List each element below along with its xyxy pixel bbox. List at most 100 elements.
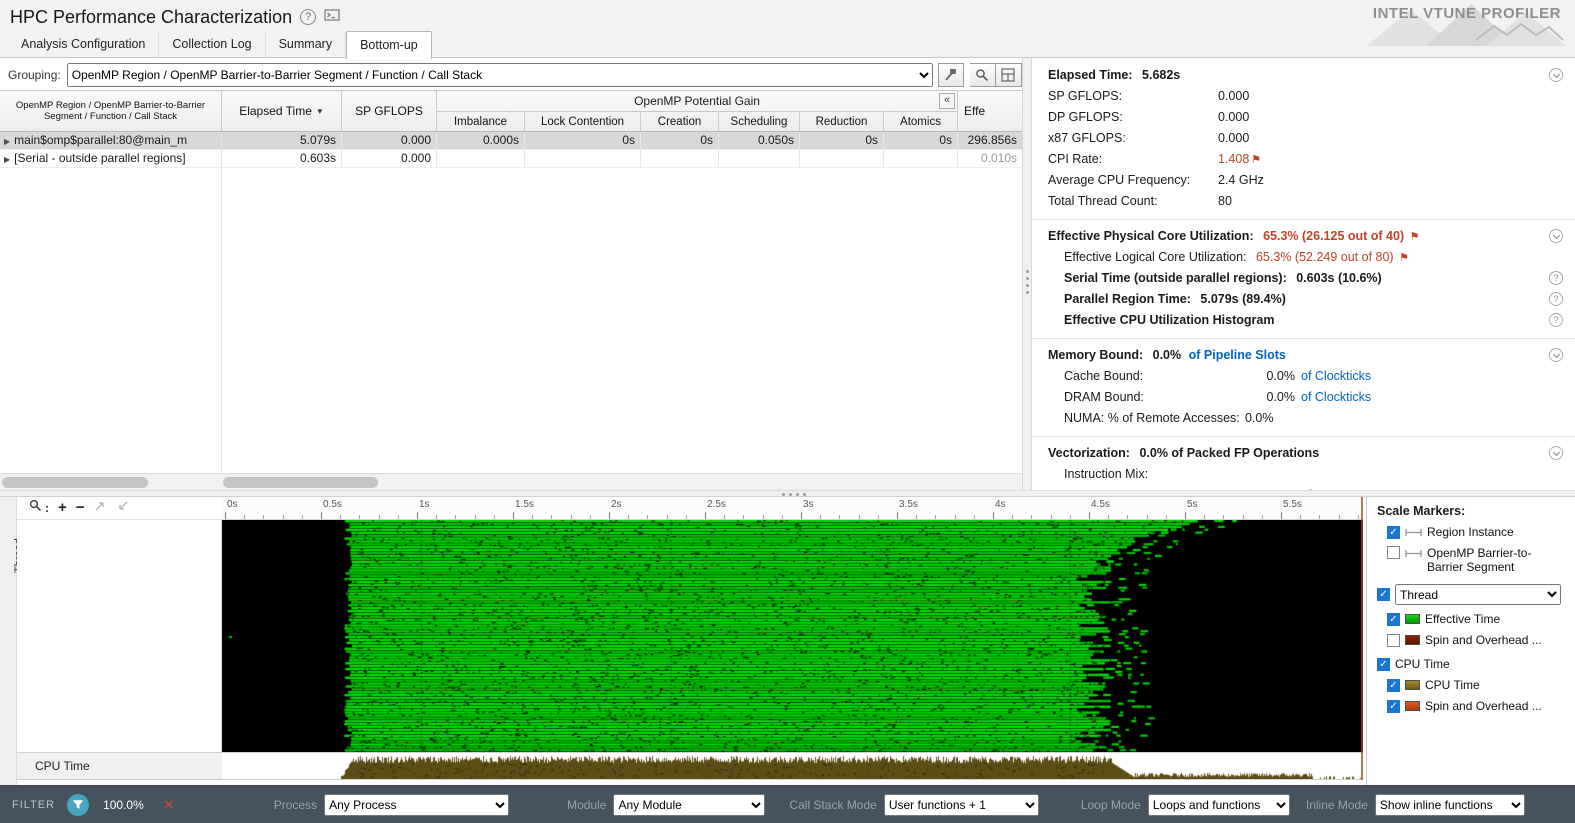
horizontal-splitter[interactable]	[0, 490, 1575, 497]
tab-collection-log[interactable]: Collection Log	[159, 31, 265, 58]
undo-zoom-icon[interactable]	[116, 499, 129, 517]
cpu-time-swatch	[1405, 680, 1420, 690]
zoom-out-icon[interactable]: −	[76, 499, 85, 517]
cell-effective-time: 0.010s	[958, 150, 1022, 167]
vertical-splitter[interactable]	[1022, 58, 1032, 490]
info-icon[interactable]	[1549, 313, 1563, 327]
loop-mode-select[interactable]: Loops and functions	[1148, 794, 1290, 816]
uops-link[interactable]: of uOps	[1301, 488, 1345, 490]
elapsed-time-value: 5.682s	[1142, 68, 1180, 82]
flag-icon: ⚑	[1251, 154, 1261, 166]
column-header-reduction[interactable]: Reduction	[800, 112, 884, 131]
help-icon[interactable]: ?	[300, 9, 316, 25]
call-stack-mode-select[interactable]: User functions + 1	[884, 794, 1039, 816]
column-header-lock-contention[interactable]: Lock Contention	[525, 112, 641, 131]
sort-desc-icon: ▼	[316, 107, 324, 116]
metric-label: SP GFLOPS:	[1048, 86, 1218, 107]
collapse-columns-button[interactable]: «	[939, 93, 955, 109]
column-header-creation[interactable]: Creation	[641, 112, 719, 131]
tab-bottom-up[interactable]: Bottom-up	[346, 31, 432, 59]
collapse-section-icon[interactable]	[1549, 446, 1563, 460]
cpu-utilization-histogram-link[interactable]: Effective CPU Utilization Histogram	[1064, 313, 1274, 327]
marker-icon	[1405, 549, 1422, 558]
collapse-section-icon[interactable]	[1549, 348, 1563, 362]
spin-overhead-swatch	[1405, 635, 1420, 645]
checkbox-region-instance[interactable]: ✓	[1387, 526, 1400, 539]
dram-bound-value: 0.0%	[1245, 387, 1295, 408]
zoom-mode-icon[interactable]	[29, 499, 42, 517]
cell-sp-gflops: 0.000	[342, 132, 437, 149]
track-select[interactable]: Thread	[1395, 584, 1561, 605]
column-header-elapsed-time[interactable]: Elapsed Time ▼	[222, 91, 342, 131]
column-header-sp-gflops[interactable]: SP GFLOPS	[342, 91, 437, 131]
zoom-to-selection-icon[interactable]	[94, 499, 107, 517]
cache-bound-label: Cache Bound:	[1064, 366, 1245, 387]
grouping-select[interactable]: OpenMP Region / OpenMP Barrier-to-Barrie…	[67, 63, 933, 87]
clear-filter-icon[interactable]: ×	[164, 796, 174, 814]
expander-icon[interactable]: ▶	[4, 137, 10, 146]
zoom-dropdown-icon[interactable]: :	[45, 501, 49, 515]
filter-percent: 100.0%	[103, 798, 144, 812]
tab-analysis-configuration[interactable]: Analysis Configuration	[8, 31, 159, 58]
sp-flops-value: 0.0%	[1245, 485, 1295, 490]
checkbox-spin-overhead-cpu[interactable]: ✓	[1387, 700, 1400, 713]
spin-overhead-label: Spin and Overhead ...	[1425, 633, 1542, 647]
info-icon[interactable]	[1549, 292, 1563, 306]
scrollbar-thumb[interactable]	[2, 477, 148, 488]
expander-icon[interactable]: ▶	[4, 155, 10, 164]
cell-region-name: ▶[Serial - outside parallel regions]	[0, 150, 222, 167]
checkbox-thread-track[interactable]: ✓	[1377, 588, 1390, 601]
checkbox-effective-time[interactable]: ✓	[1387, 613, 1400, 626]
metric-value: 0.000	[1218, 89, 1249, 103]
checkbox-cpu-time-series[interactable]: ✓	[1387, 679, 1400, 692]
info-icon[interactable]	[1549, 271, 1563, 285]
column-header-tree[interactable]: OpenMP Region / OpenMP Barrier-to-Barrie…	[0, 91, 222, 131]
clockticks-link[interactable]: of Clockticks	[1301, 390, 1371, 404]
column-header-imbalance[interactable]: Imbalance	[437, 112, 525, 131]
table-row[interactable]: ▶[Serial - outside parallel regions] 0.6…	[0, 150, 1022, 168]
cell-atomics: 0s	[884, 132, 958, 149]
cell-lock-contention	[525, 150, 641, 167]
search-button[interactable]	[970, 63, 996, 87]
filter-funnel-icon[interactable]	[67, 794, 89, 816]
command-line-icon[interactable]	[324, 8, 340, 27]
table-row[interactable]: ▶main$omp$parallel:80@main_m 5.079s 0.00…	[0, 132, 1022, 150]
inline-mode-select[interactable]: Show inline functions	[1375, 794, 1525, 816]
spin-overhead-cpu-swatch	[1405, 701, 1420, 711]
section-divider	[1032, 219, 1575, 220]
checkbox-cpu-time-track[interactable]: ✓	[1377, 658, 1390, 671]
collapse-section-icon[interactable]	[1549, 229, 1563, 243]
timeline-ruler[interactable]: 0s0.5s1s1.5s2s2.5s3s3.5s4s4.5s5s5.5s	[222, 497, 1363, 520]
column-header-scheduling[interactable]: Scheduling	[719, 112, 800, 131]
elapsed-time-label: Elapsed Time:	[1048, 68, 1133, 82]
sp-flops-label: SP FLOPs:	[1080, 485, 1245, 490]
thread-name-pane	[17, 520, 222, 752]
module-filter-select[interactable]: Any Module	[613, 794, 765, 816]
customize-grouping-button[interactable]	[938, 63, 964, 87]
checkbox-spin-overhead-thread[interactable]	[1387, 634, 1400, 647]
checkbox-barrier-segment[interactable]	[1387, 546, 1400, 559]
pane-layout-button[interactable]	[996, 63, 1022, 87]
thread-activity-chart[interactable]	[222, 520, 1363, 752]
column-header-effective-time[interactable]: Effe	[958, 91, 1022, 131]
flag-icon: ⚑	[1410, 231, 1420, 243]
thread-timeline-canvas[interactable]	[222, 520, 1363, 752]
barrier-segment-label: OpenMP Barrier-to-Barrier Segment	[1427, 546, 1567, 574]
horizontal-scrollbar[interactable]	[0, 473, 1022, 490]
pipeline-slots-link[interactable]: of Pipeline Slots	[1189, 348, 1286, 362]
column-header-atomics[interactable]: Atomics	[884, 112, 958, 131]
zoom-in-icon[interactable]: +	[58, 499, 67, 517]
loop-mode-label: Loop Mode	[1081, 798, 1141, 812]
collapse-section-icon[interactable]	[1549, 68, 1563, 82]
cpu-time-canvas[interactable]	[222, 753, 1363, 779]
tab-summary[interactable]: Summary	[266, 31, 346, 58]
filter-label: FILTER	[12, 799, 55, 811]
scrollbar-thumb[interactable]	[223, 477, 378, 488]
cpu-time-chart[interactable]	[222, 752, 1363, 780]
parallel-region-time-value: 5.079s (89.4%)	[1200, 292, 1285, 306]
clockticks-link[interactable]: of Clockticks	[1301, 369, 1371, 383]
thread-axis: Thread	[0, 497, 17, 785]
process-filter-select[interactable]: Any Process	[324, 794, 509, 816]
cell-atomics	[884, 150, 958, 167]
cell-reduction: 0s	[800, 132, 884, 149]
